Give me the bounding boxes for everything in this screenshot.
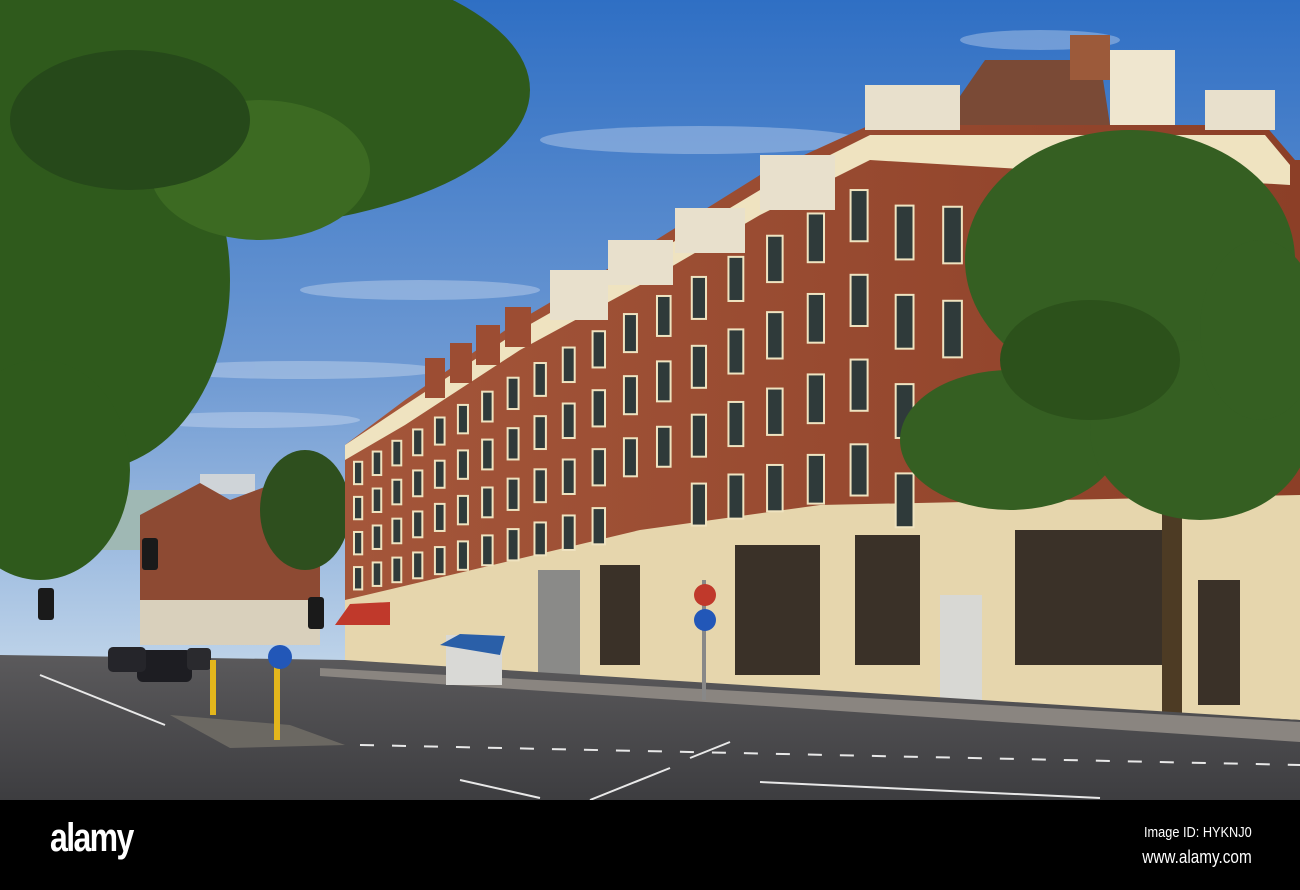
tree-trunk	[1162, 500, 1182, 722]
window	[535, 364, 545, 395]
window	[414, 471, 422, 496]
window	[624, 315, 636, 352]
window	[896, 474, 913, 527]
window	[896, 206, 913, 259]
window	[393, 519, 401, 543]
window	[692, 415, 706, 456]
window	[414, 512, 422, 537]
window	[851, 191, 867, 241]
window	[692, 277, 706, 318]
window	[593, 450, 605, 485]
window	[729, 402, 743, 446]
window	[355, 462, 362, 484]
window	[435, 418, 444, 444]
window	[508, 429, 518, 459]
window	[458, 496, 467, 524]
window	[373, 563, 381, 585]
window	[458, 542, 467, 569]
window	[851, 275, 867, 326]
window	[808, 214, 824, 262]
window	[393, 480, 401, 504]
window	[593, 509, 605, 544]
window	[624, 377, 636, 414]
street-photo	[0, 0, 1300, 800]
window	[563, 460, 574, 493]
window	[535, 470, 545, 502]
window	[808, 294, 824, 342]
stock-photo: alamy Image ID: HYKNJ0 www.alamy.com	[0, 0, 1300, 890]
watermark-bar: alamy Image ID: HYKNJ0 www.alamy.com	[0, 800, 1300, 890]
window	[896, 295, 913, 348]
window	[435, 461, 444, 487]
window	[851, 360, 867, 410]
window	[851, 445, 867, 495]
image-id: Image ID: HYKNJ0	[1144, 824, 1252, 841]
window	[355, 568, 362, 589]
window	[808, 375, 824, 423]
window	[458, 451, 467, 478]
window	[483, 536, 492, 565]
window	[593, 391, 605, 426]
window	[768, 465, 782, 511]
window	[944, 301, 961, 357]
window	[729, 330, 743, 373]
window	[508, 530, 518, 560]
window	[729, 257, 743, 300]
window	[593, 332, 605, 367]
window	[768, 313, 782, 358]
window	[692, 346, 706, 387]
background-tree	[260, 450, 350, 570]
window	[657, 362, 670, 401]
window	[563, 348, 574, 382]
window	[692, 484, 706, 525]
window	[729, 475, 743, 518]
window	[355, 532, 362, 554]
window	[483, 392, 492, 421]
window	[768, 389, 782, 434]
site-url: www.alamy.com	[1142, 847, 1252, 867]
window	[373, 452, 381, 475]
window	[373, 489, 381, 511]
window	[808, 455, 824, 503]
window	[483, 440, 492, 469]
window	[535, 417, 545, 449]
window	[535, 523, 545, 555]
alamy-logo: alamy	[50, 816, 134, 860]
window	[624, 439, 636, 476]
window	[483, 488, 492, 517]
window	[414, 553, 422, 578]
window	[508, 378, 518, 409]
window	[458, 405, 467, 433]
window	[435, 504, 444, 530]
window	[657, 296, 670, 335]
window	[563, 516, 574, 549]
window	[414, 430, 422, 455]
window	[944, 207, 961, 263]
window	[563, 404, 574, 438]
window	[657, 427, 670, 466]
window	[393, 441, 401, 465]
window	[373, 526, 381, 548]
window	[435, 548, 444, 574]
window	[768, 236, 782, 282]
window	[393, 558, 401, 582]
window	[508, 479, 518, 509]
window	[355, 497, 362, 519]
